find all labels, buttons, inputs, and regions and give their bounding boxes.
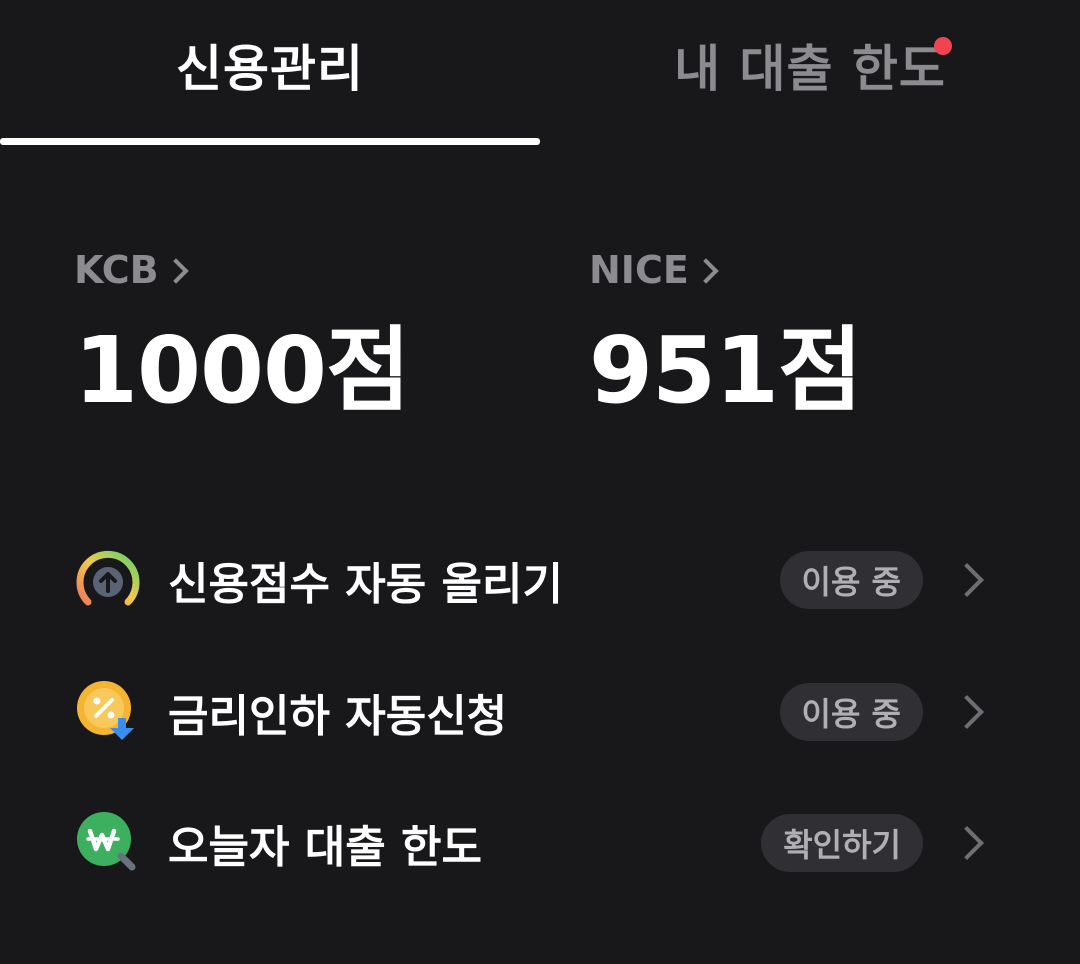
list-item-label: 금리인하 자동신청: [168, 691, 508, 742]
kcb-score-block: KCB 1000점: [74, 245, 494, 417]
gauge-arrow-up-icon: [74, 546, 142, 614]
chevron-right-icon: [950, 695, 984, 729]
check-button[interactable]: 확인하기: [761, 814, 923, 872]
notification-dot: [934, 37, 952, 55]
status-badge: 이용 중: [779, 551, 923, 609]
credit-management-screen: 신용관리 내 대출 한도 KCB 1000점 NICE 951점 신용점수 자동…: [0, 0, 1080, 964]
percent-coin-download-icon: [74, 678, 142, 746]
nice-bureau-link[interactable]: NICE: [589, 245, 1009, 295]
won-search-icon: [74, 809, 142, 877]
tab-my-loan-limit-label: 내 대출 한도: [674, 40, 946, 98]
list-item-label: 신용점수 자동 올리기: [168, 559, 563, 610]
tab-my-loan-limit[interactable]: 내 대출 한도: [540, 0, 1080, 146]
list-item-today-loan-limit[interactable]: 오늘자 대출 한도 확인하기: [0, 788, 1080, 898]
list-item-rate-cut-request[interactable]: 금리인하 자동신청 이용 중: [0, 657, 1080, 767]
tab-credit-management-label: 신용관리: [176, 40, 364, 98]
kcb-bureau-label: KCB: [74, 248, 159, 292]
kcb-bureau-link[interactable]: KCB: [74, 245, 494, 295]
list-item-auto-credit-boost[interactable]: 신용점수 자동 올리기 이용 중: [0, 525, 1080, 635]
kcb-score-value: 1000점: [74, 317, 411, 424]
nice-score-block: NICE 951점: [589, 245, 1009, 417]
chevron-right-icon: [162, 258, 189, 284]
tab-credit-management[interactable]: 신용관리: [0, 0, 540, 146]
chevron-right-icon: [693, 258, 719, 284]
status-badge: 이용 중: [779, 683, 923, 741]
active-tab-indicator: [0, 138, 540, 145]
chevron-right-icon: [950, 563, 984, 597]
chevron-right-icon: [950, 826, 984, 860]
nice-bureau-label: NICE: [589, 248, 689, 292]
nice-score-value: 951점: [589, 317, 863, 424]
list-item-label: 오늘자 대출 한도: [168, 822, 482, 873]
tab-bar: 신용관리 내 대출 한도: [0, 0, 1080, 150]
